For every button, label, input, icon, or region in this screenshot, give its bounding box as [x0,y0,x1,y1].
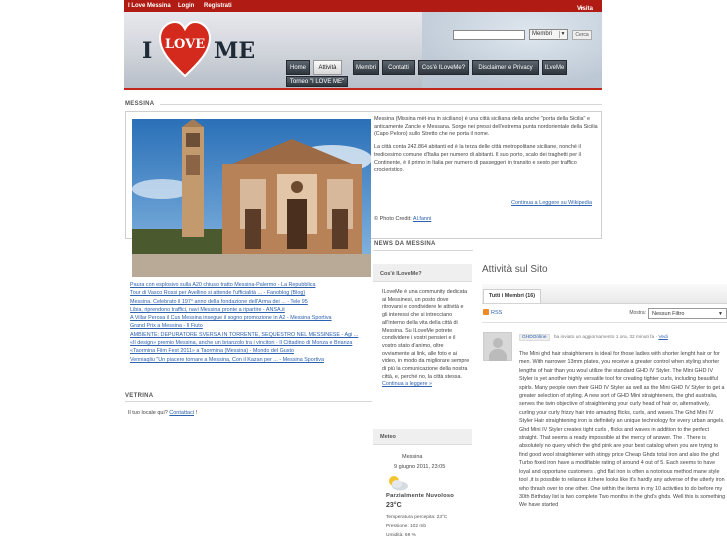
meteo-perceived: Temperatura percepita: 23°C [386,515,448,520]
messina-photo [132,119,371,277]
nav-cose-iloveme[interactable]: Cos'è ILoveMe? [418,60,469,75]
vetrina-title: VETRINA [125,393,154,399]
nav-attivita[interactable]: Attività [313,60,342,75]
admin-bar: I Love Messina Login Registrati Visita ▼ [124,0,602,12]
search-scope-select[interactable]: Membri ▼ [529,29,568,40]
meteo-condition: Parzialmente Nuvoloso [386,493,454,499]
news-item[interactable]: AMBIENTE: DEPURATORE SVERSA IN TORRENTE,… [130,331,370,339]
meteo-box-header: Meteo [373,429,472,445]
activity-body: The Mini ghd hair straighteners is ideal… [519,351,726,509]
photo-credit: © Photo Credit: Al.fanni [374,216,432,222]
header-background [422,12,602,88]
divider [482,322,727,323]
photo-credit-link[interactable]: Al.fanni [413,216,431,222]
news-item[interactable]: Tour di Vasco Rossi per Avellino si atte… [130,289,370,297]
logo-heart-text: LOVE [164,37,206,52]
news-title: NEWS DA MESSINA [374,241,436,247]
chevron-down-icon: ▼ [559,31,566,38]
register-link[interactable]: Registrati [204,3,232,9]
news-item[interactable]: «Il design» premio Messina, anche un bri… [130,339,370,347]
meteo-pressure: Pressione: 102 mb [386,524,426,529]
site-header: I LOVE ME Membri ▼ Cerca Home Attività M… [124,12,602,88]
news-item[interactable]: Messina. Celebrato il 197° anno della fo… [130,298,370,306]
news-item[interactable]: Paura con esplosivo sulla A20 chiuso tra… [130,281,370,289]
divider [373,250,473,251]
avatar-placeholder-icon [493,338,503,348]
meteo-temperature: 23°C [386,502,402,509]
news-item[interactable]: Venniaqliu "Un piacere tornare a Messina… [130,356,370,364]
intro-paragraph: La città conta 242.864 abitanti ed è la … [374,144,581,174]
rss-icon [483,309,489,315]
meteo-city: Messina [402,454,423,460]
iloveme-box-header: Cos'è ILoveMe? [373,264,472,282]
activity-filter-select[interactable]: Nessun Filtro ▼ [648,308,727,319]
divider [160,104,602,105]
nav-membri[interactable]: Membri [353,60,379,75]
nav-torneo[interactable]: Torneo "I LOVE ME" [286,76,348,87]
logo-letter-i: I [142,38,153,64]
intro-paragraph: Messina (Missina mèt·ina in siciliano) è… [374,116,598,138]
site-link[interactable]: I Love Messina [128,3,171,9]
news-list: Paura con esplosivo sulla A20 chiuso tra… [130,281,370,364]
search-button[interactable]: Cerca [572,30,592,40]
nav-iloveme[interactable]: ILveMe [542,60,567,75]
site-logo[interactable]: I LOVE ME [142,18,262,88]
avatar[interactable] [483,332,512,361]
filter-label: Mostra: [629,310,646,316]
nav-disclaimer[interactable]: Disclaimer e Privacy [472,60,539,75]
meteo-date: 9 giugno 2011, 23:05 [394,464,446,470]
login-link[interactable]: Login [178,3,194,9]
avatar-body [489,349,507,361]
view-link[interactable]: Vedi [658,335,667,340]
vetrina-text: Il tuo locale qui? Contattaci ! [128,410,198,416]
partly-cloudy-icon [389,476,408,491]
search-input[interactable] [453,30,525,40]
meteo-humidity: Umidità: 69 % [386,533,416,538]
divider [125,401,372,402]
tab-all-members[interactable]: Tutti i Membri (16) [483,289,541,303]
messina-title: MESSINA [125,101,155,107]
nav-home[interactable]: Home [286,60,310,75]
contact-link[interactable]: Contattaci [169,410,194,416]
logo-letters-me: ME [214,38,256,64]
meteo-title: Meteo [380,434,396,440]
rss-link[interactable]: RSS [483,309,502,316]
chevron-down-icon: ▼ [718,311,723,317]
iloveme-text: ILoveMe è una community dedicata ai Mess… [382,289,470,388]
iloveme-title: Cos'è ILoveMe? [380,271,422,277]
activity-action: ha inviato un aggiornamento [553,335,615,340]
activity-user[interactable]: GHDOnline [519,334,550,341]
activity-title: Attività sul Sito [482,264,548,275]
messina-intro: Messina (Missina mèt·ina in siciliano) è… [374,116,599,180]
activity-meta: GHDOnline ha inviato un aggiornamento 1 … [519,334,668,341]
header-divider [124,88,602,90]
news-item[interactable]: A Villar Perosa il Cus Messina insegue i… [130,314,370,322]
activity-time: 1 ora, 32 minuti fa [615,335,655,340]
nav-contatti[interactable]: Contatti [382,60,415,75]
wikipedia-link[interactable]: Continua a Leggere su Wikipedia [511,200,592,206]
news-item[interactable]: Libia, riprendono traffici, navi Messina… [130,306,370,314]
news-item[interactable]: «Taormina Film Fest 2011» a Taormina (Me… [130,347,370,355]
news-item[interactable]: Grand Prix a Messina - Il Fiuto [130,322,370,330]
read-more-link[interactable]: Continua a leggere » [382,381,432,387]
